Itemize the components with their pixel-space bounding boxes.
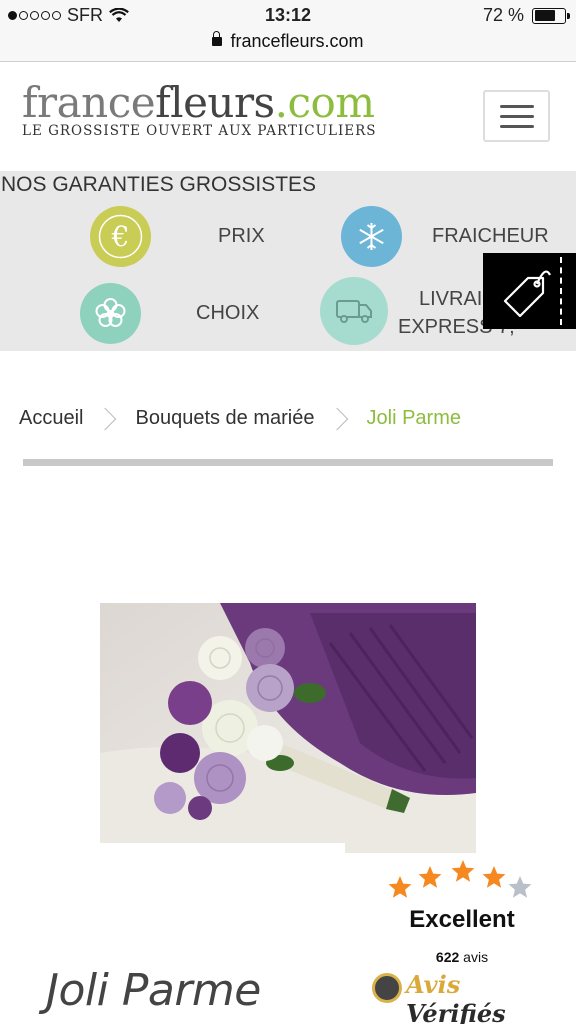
url-text: francefleurs.com bbox=[230, 31, 364, 51]
section-divider bbox=[23, 459, 553, 466]
hamburger-icon bbox=[500, 105, 534, 108]
chevron-right-icon bbox=[325, 407, 348, 430]
star-icon bbox=[482, 866, 506, 888]
snowflake-icon bbox=[341, 206, 402, 267]
star-icon bbox=[451, 860, 475, 882]
battery-icon bbox=[532, 7, 570, 24]
breadcrumb: Accueil Bouquets de mariée Joli Parme bbox=[19, 407, 461, 430]
breadcrumb-home[interactable]: Accueil bbox=[19, 407, 83, 430]
battery-percent: 72 % bbox=[482, 5, 524, 25]
review-count: 622 avis bbox=[435, 949, 489, 965]
site-logo[interactable]: francefleurs.com LE GROSSISTE OUVERT AUX… bbox=[22, 78, 377, 140]
svg-text:€: € bbox=[111, 220, 130, 253]
site-header: francefleurs.com LE GROSSISTE OUVERT AUX… bbox=[0, 63, 576, 171]
logo-wordmark: francefleurs.com bbox=[22, 78, 375, 127]
reviews-widget[interactable]: Excellent 622 avis Avis Vérifiés bbox=[372, 856, 552, 1024]
guarantee-label-choix: CHOIX bbox=[196, 302, 260, 324]
star-icon bbox=[388, 876, 412, 898]
guarantee-label-livraison: LIVRAI bbox=[419, 288, 483, 310]
verified-badge-icon bbox=[372, 973, 402, 1003]
promo-tag-button[interactable] bbox=[483, 253, 576, 329]
guarantees-banner: NOS GARANTIES GROSSISTES € PRIX FRAICHEU… bbox=[0, 171, 576, 351]
star-icon bbox=[418, 866, 442, 888]
logo-tagline: LE GROSSISTE OUVERT AUX PARTICULIERS bbox=[22, 123, 377, 139]
breadcrumb-bouquets[interactable]: Bouquets de mariée bbox=[135, 407, 314, 430]
avis-verifies-logo: Avis Vérifiés bbox=[406, 970, 506, 1024]
hamburger-menu-button[interactable] bbox=[483, 90, 550, 142]
flower-icon bbox=[80, 283, 141, 344]
chevron-right-icon bbox=[94, 407, 117, 430]
price-tag-icon bbox=[503, 270, 551, 318]
breadcrumb-current: Joli Parme bbox=[366, 407, 461, 429]
guarantee-label-prix: PRIX bbox=[218, 225, 265, 247]
star-icon bbox=[508, 876, 532, 898]
product-title: Joli Parme bbox=[46, 965, 261, 1016]
guarantees-title: NOS GARANTIES GROSSISTES bbox=[1, 173, 317, 196]
rating-stars bbox=[388, 860, 532, 898]
truck-icon bbox=[320, 277, 388, 345]
product-image[interactable] bbox=[100, 603, 476, 853]
status-bar: SFR 13:12 72 % francefleurs.com bbox=[0, 0, 576, 62]
lock-icon bbox=[212, 31, 223, 46]
euro-icon: € bbox=[90, 206, 151, 267]
battery-status: 72 % bbox=[482, 5, 570, 26]
address-bar[interactable]: francefleurs.com bbox=[0, 31, 576, 52]
bouquet-photo bbox=[100, 603, 476, 853]
tag-dashed-edge bbox=[560, 257, 562, 325]
rating-label: Excellent bbox=[409, 906, 515, 933]
guarantee-label-fraicheur: FRAICHEUR bbox=[432, 225, 549, 247]
